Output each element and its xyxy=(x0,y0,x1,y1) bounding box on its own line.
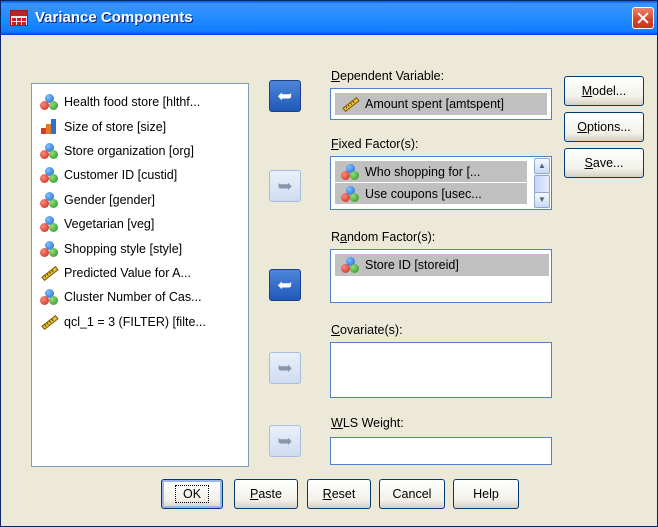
dependent-variable-label: Dependent Variable: xyxy=(331,69,445,83)
save-button[interactable]: Save... xyxy=(564,148,644,178)
nominal-icon xyxy=(40,167,58,184)
list-item-label: Size of store [size] xyxy=(64,119,167,134)
scroll-thumb[interactable] xyxy=(534,175,550,193)
scale-icon xyxy=(40,265,59,281)
list-item[interactable]: Use coupons [usec... xyxy=(335,183,527,204)
nominal-icon xyxy=(341,257,359,273)
reset-button[interactable]: Reset xyxy=(307,479,371,509)
list-item-label: Store organization [org] xyxy=(64,143,194,158)
nominal-icon xyxy=(40,240,58,257)
move-arrow-icon: ➥ xyxy=(277,358,293,378)
source-variable-list[interactable]: Health food store [hlthf... Size of stor… xyxy=(31,83,249,467)
list-item-label: Predicted Value for A... xyxy=(64,265,191,280)
move-to-covariate-button[interactable]: ➥ xyxy=(269,352,301,384)
list-item-label: Customer ID [custid] xyxy=(64,168,178,183)
list-item-label: Health food store [hlthf... xyxy=(64,95,201,110)
wls-weight-field[interactable] xyxy=(330,437,552,465)
ordinal-icon xyxy=(40,118,58,135)
list-item-label: Use coupons [usec... xyxy=(365,186,482,201)
move-arrow-icon: ➥ xyxy=(277,275,293,295)
random-factors-label: Random Factor(s): xyxy=(331,230,436,244)
random-factors-list[interactable]: Store ID [storeid] xyxy=(330,249,552,303)
list-item-label: Gender [gender] xyxy=(64,192,156,207)
dialog-title: Variance Components xyxy=(35,9,193,26)
title-bar[interactable]: Variance Components xyxy=(1,1,657,35)
list-item-label: Cluster Number of Cas... xyxy=(64,290,202,305)
list-item-label: Shopping style [style] xyxy=(64,241,183,256)
model-button[interactable]: Model... xyxy=(564,76,644,106)
list-item[interactable]: Health food store [hlthf... xyxy=(32,90,248,114)
fixed-factors-scrollbar[interactable]: ▲ ▼ xyxy=(534,158,550,208)
move-arrow-icon: ➥ xyxy=(277,176,293,196)
list-item[interactable]: Cluster Number of Cas... xyxy=(32,285,248,309)
nominal-icon xyxy=(40,142,58,159)
scroll-up-icon[interactable]: ▲ xyxy=(534,158,550,174)
list-item[interactable]: Store organization [org] xyxy=(32,139,248,163)
list-item[interactable]: Predicted Value for A... xyxy=(32,261,248,285)
covariates-label: Covariate(s): xyxy=(331,323,403,337)
variance-components-dialog: Variance Components Health food store [h… xyxy=(0,0,658,527)
nominal-icon xyxy=(341,163,359,180)
list-item[interactable]: qcl_1 = 3 (FILTER) [filte... xyxy=(32,310,248,334)
ok-button[interactable]: OK xyxy=(161,479,223,509)
list-item-label: Store ID [storeid] xyxy=(365,258,459,272)
list-item[interactable]: Who shopping for [... xyxy=(335,161,527,182)
move-to-dependent-button[interactable]: ➥ xyxy=(269,80,301,112)
scale-icon xyxy=(40,314,59,330)
list-item-label: qcl_1 = 3 (FILTER) [filte... xyxy=(64,314,206,329)
cancel-button[interactable]: Cancel xyxy=(379,479,445,509)
list-item[interactable]: Customer ID [custid] xyxy=(32,163,248,187)
move-to-wls-button[interactable]: ➥ xyxy=(269,425,301,457)
wls-weight-label: WLS Weight: xyxy=(331,416,404,430)
move-arrow-icon: ➥ xyxy=(277,431,293,451)
list-item-label: Who shopping for [... xyxy=(365,164,481,179)
paste-button[interactable]: Paste xyxy=(234,479,298,509)
options-button[interactable]: Options... xyxy=(564,112,644,142)
nominal-icon xyxy=(40,289,58,306)
dependent-variable-field[interactable]: Amount spent [amtspent] xyxy=(330,88,552,120)
list-item[interactable]: Shopping style [style] xyxy=(32,236,248,260)
list-item[interactable]: Amount spent [amtspent] xyxy=(335,93,547,115)
nominal-icon xyxy=(341,185,359,202)
scroll-down-icon[interactable]: ▼ xyxy=(534,192,550,208)
list-item-label: Vegetarian [veg] xyxy=(64,217,155,232)
nominal-icon xyxy=(40,216,58,233)
list-item[interactable]: Gender [gender] xyxy=(32,188,248,212)
list-item-label: Amount spent [amtspent] xyxy=(365,97,504,111)
nominal-icon xyxy=(40,191,58,208)
covariates-list[interactable] xyxy=(330,342,552,398)
close-icon[interactable] xyxy=(632,7,654,29)
move-to-fixed-button[interactable]: ➥ xyxy=(269,170,301,202)
move-to-random-button[interactable]: ➥ xyxy=(269,269,301,301)
nominal-icon xyxy=(40,94,58,111)
spss-table-icon xyxy=(10,10,28,26)
scale-icon xyxy=(341,96,360,113)
list-item[interactable]: Size of store [size] xyxy=(32,114,248,138)
fixed-factors-list[interactable]: Who shopping for [... Use coupons [usec.… xyxy=(330,156,552,210)
fixed-factors-label: Fixed Factor(s): xyxy=(331,137,419,151)
list-item[interactable]: Vegetarian [veg] xyxy=(32,212,248,236)
list-item[interactable]: Store ID [storeid] xyxy=(335,254,549,276)
help-button[interactable]: Help xyxy=(453,479,519,509)
move-arrow-icon: ➥ xyxy=(277,86,293,106)
